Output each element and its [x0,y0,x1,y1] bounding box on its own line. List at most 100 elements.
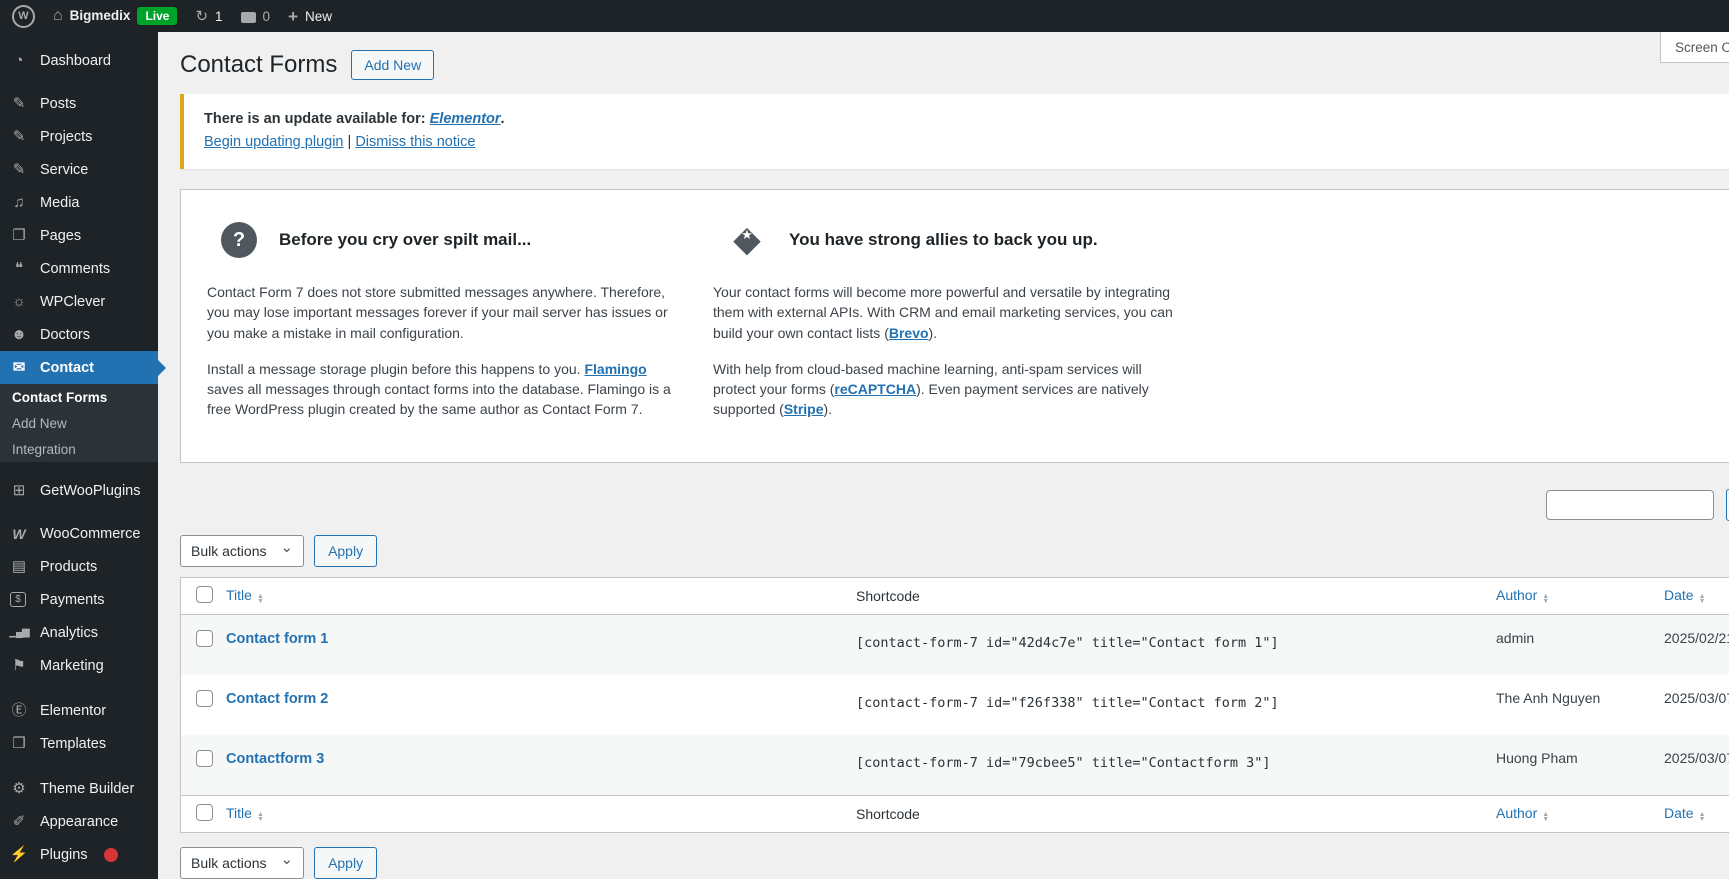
sidebar-item-media[interactable]: ♫ Media [0,186,158,219]
updates-link[interactable]: ↻ 1 [195,9,222,24]
pushpin-icon: ✎ [8,96,30,111]
sidebar-item-label: Service [40,162,88,178]
sidebar-item-plugins[interactable]: ⚡ Plugins [0,838,158,871]
sidebar-item-payments[interactable]: $ Payments [0,583,158,616]
cell-shortcode: [contact-form-7 id="42d4c7e" title="Cont… [856,615,1496,651]
bulk-actions-toolbar-top: Bulk actions⌄ Apply [180,535,1729,567]
sidebar-item-projects[interactable]: ✎ Projects [0,120,158,153]
chevron-down-icon: ⌄ [280,850,293,868]
row-checkbox[interactable] [196,750,213,767]
sidebar-item-wpclever[interactable]: ☼ WPClever [0,285,158,318]
sort-by-title-link[interactable]: Title [226,805,252,821]
sidebar-item-marketing[interactable]: ⚑ Marketing [0,649,158,682]
apply-button[interactable]: Apply [314,847,377,879]
cell-title: Contactform 3 [226,735,856,767]
sidebar-item-products[interactable]: ▤ Products [0,550,158,583]
sort-by-date-link[interactable]: Date [1664,805,1694,821]
cell-checkbox [181,615,226,650]
sidebar-item-elementor[interactable]: Ⓔ Elementor [0,694,158,727]
sidebar-item-posts[interactable]: ✎ Posts [0,87,158,120]
submenu-item-add-new[interactable]: Add New [0,410,158,436]
notice-line-1: There is an update available for: Elemen… [204,111,1729,127]
select-all-checkbox[interactable] [196,586,213,603]
sort-by-author-link[interactable]: Author [1496,587,1537,603]
sidebar-item-contact[interactable]: ✉ Contact [0,351,158,384]
bulk-actions-select[interactable]: Bulk actions⌄ [180,535,304,567]
cell-author: Huong Pham [1496,735,1664,766]
wordpress-menu[interactable]: W [12,5,35,28]
header-cell-shortcode: Shortcode [856,588,1496,604]
sort-by-date-link[interactable]: Date [1664,587,1694,603]
sort-icon: ▲▼ [257,812,264,822]
apply-button[interactable]: Apply [314,535,377,567]
sidebar-item-pages[interactable]: ❐ Pages [0,219,158,252]
bulk-actions-label: Bulk actions [191,543,266,559]
elementor-update-link[interactable]: Elementor [430,111,501,127]
select-all-checkbox[interactable] [196,804,213,821]
flamingo-link[interactable]: Flamingo [584,361,646,377]
form-title-link[interactable]: Contactform 3 [226,751,324,767]
site-link[interactable]: ⌂ Bigmedix Live [53,7,177,25]
sidebar-item-label: Comments [40,261,110,277]
sidebar-item-appearance[interactable]: ✐ Appearance [0,805,158,838]
sidebar-item-woocommerce[interactable]: W WooCommerce [0,517,158,550]
form-title-link[interactable]: Contact form 2 [226,691,328,707]
sort-by-author-link[interactable]: Author [1496,805,1537,821]
column-heading: Before you cry over spilt mail... [279,230,531,250]
table-row: Contact form 2 [contact-form-7 id="f26f3… [181,675,1729,735]
table-footer-row: Title▲▼ Shortcode Author▲▼ Date▲▼ [181,795,1729,832]
brevo-link[interactable]: Brevo [889,325,929,341]
forms-table: Title ▲▼ Shortcode Author ▲▼ Date▲▼ Contac… [180,577,1729,833]
sidebar-item-label: Products [40,559,97,575]
sidebar-item-service[interactable]: ✎ Service [0,153,158,186]
lightbulb-icon: ☼ [8,294,30,309]
home-icon: ⌂ [53,8,63,24]
search-input[interactable] [1546,490,1714,520]
header-cell-checkbox [181,586,226,606]
cell-author: The Anh Nguyen [1496,675,1664,706]
recaptcha-link[interactable]: reCAPTCHA [834,381,916,397]
comment-count: 0 [263,9,271,24]
admin-sidebar: ◔ Dashboard ✎ Posts ✎ Projects ✎ Service… [0,32,158,879]
add-new-button[interactable]: Add New [351,50,434,80]
form-title-link[interactable]: Contact form 1 [226,631,328,647]
text: Install a message storage plugin before … [207,361,584,377]
comments-link[interactable]: 0 [241,9,271,24]
sidebar-item-label: GetWooPlugins [40,483,140,499]
submenu-item-integration[interactable]: Integration [0,436,158,462]
sidebar-item-dashboard[interactable]: ◔ Dashboard [0,44,158,77]
column-heading-row: ? Before you cry over spilt mail... [207,222,679,258]
dismiss-notice-link[interactable]: Dismiss this notice [355,134,475,150]
sort-icon: ▲▼ [1699,594,1706,604]
text: saves all messages through contact forms… [207,381,671,417]
folder-icon: ❒ [8,736,30,751]
allies-column: ◆★ You have strong allies to back you up… [713,222,1185,436]
sidebar-item-analytics[interactable]: ▁▄▆ Analytics [0,616,158,649]
submenu-item-contact-forms[interactable]: Contact Forms [0,384,158,410]
header-cell-date: Date ▲▼ [1664,587,1729,604]
live-badge: Live [137,7,177,25]
begin-updating-link[interactable]: Begin updating plugin [204,134,343,150]
archive-box-icon: ▤ [8,559,30,574]
sort-by-title-link[interactable]: Title [226,587,252,603]
search-row [180,489,1729,521]
bulk-actions-select[interactable]: Bulk actions⌄ [180,847,304,879]
stripe-link[interactable]: Stripe [784,401,824,417]
sidebar-item-comments[interactable]: ❝ Comments [0,252,158,285]
row-checkbox[interactable] [196,630,213,647]
sidebar-item-theme-builder[interactable]: ⚙ Theme Builder [0,772,158,805]
plug-icon: ⚡ [8,847,30,862]
header-cell-date: Date▲▼ [1664,805,1729,822]
row-checkbox[interactable] [196,690,213,707]
shortcode-text: [contact-form-7 id="42d4c7e" title="Cont… [856,635,1279,651]
paragraph: Install a message storage plugin before … [207,359,679,420]
cell-shortcode: [contact-form-7 id="79cbee5" title="Cont… [856,735,1496,771]
sidebar-item-templates[interactable]: ❒ Templates [0,727,158,760]
megaphone-icon: ⚑ [8,658,30,673]
sidebar-item-getwooplugins[interactable]: ⊞ GetWooPlugins [0,474,158,507]
plus-icon: + [288,8,298,25]
new-content-menu[interactable]: + New [288,8,332,25]
sidebar-item-doctors[interactable]: ☻ Doctors [0,318,158,351]
screen-options-tab[interactable]: Screen O [1660,32,1729,63]
sidebar-item-label: Media [40,195,80,211]
